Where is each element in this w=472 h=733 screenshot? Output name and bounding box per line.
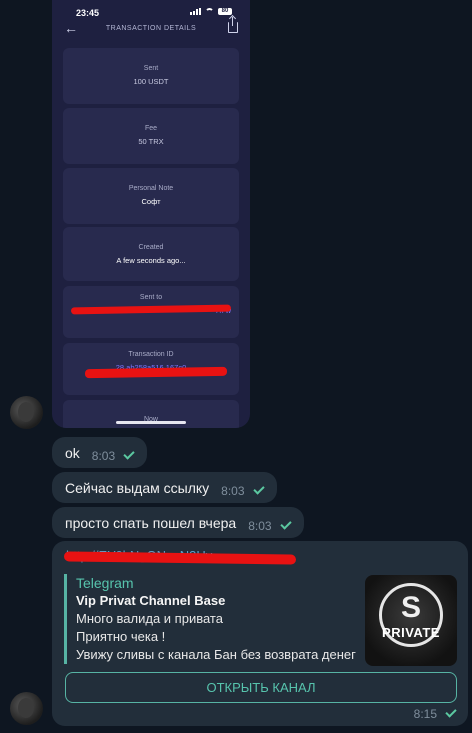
message-text: Сейчас выдам ссылку (65, 479, 210, 496)
read-check-icon (445, 706, 457, 718)
home-indicator (116, 421, 186, 424)
card-value: A few seconds ago... (116, 256, 186, 265)
card-label: Created (138, 244, 164, 251)
status-time: 23:45 (76, 8, 100, 18)
open-channel-button[interactable]: ОТКРЫТЬ КАНАЛ (65, 672, 457, 703)
link-preview[interactable]: Telegram Vip Privat Channel Base Много в… (64, 574, 362, 664)
card-value: Софт (141, 197, 161, 206)
preview-desc-line: Увижу сливы с канала Бан без возврата де… (76, 647, 356, 662)
transaction-screenshot-image[interactable]: 23:45 80 ← TRANSACTION DETAILS Sent 100 … (52, 0, 250, 428)
wifi-icon (205, 8, 214, 15)
read-check-icon (279, 517, 292, 530)
message-time: 8:03 (248, 518, 272, 533)
card-value: 50 TRX (138, 137, 164, 146)
created-card: Created A few seconds ago... (63, 227, 239, 281)
message-time: 8:03 (221, 483, 245, 498)
battery-icon: 80 (218, 8, 232, 15)
card-label: Sent (143, 65, 159, 72)
card-label: Personal Note (128, 185, 174, 192)
card-label: Fee (144, 125, 158, 132)
message-bubble[interactable]: Сейчас выдам ссылку 8:03 (52, 472, 277, 503)
preview-desc-line: Приятно чека ! (76, 629, 166, 644)
message-bubble[interactable]: ok 8:03 (52, 437, 148, 468)
fee-card: Fee 50 TRX (63, 108, 239, 164)
logo-word: PRIVATE (382, 625, 440, 640)
sent-card: Sent 100 USDT (63, 48, 239, 104)
card-value: 100 USDT (133, 77, 169, 86)
note-card: Personal Note Софт (63, 168, 239, 224)
message-time: 8:15 (413, 707, 437, 721)
signal-icon (190, 8, 201, 15)
preview-title: Vip Privat Channel Base (76, 593, 226, 608)
message-text: ok (65, 444, 80, 461)
message-text: просто спать пошел вчера (65, 514, 237, 531)
read-check-icon (252, 482, 265, 495)
preview-image[interactable]: S PRIVATE (365, 575, 457, 666)
screenshot-title: TRANSACTION DETAILS (105, 25, 197, 32)
preview-site-name: Telegram (76, 575, 134, 591)
preview-desc-line: Много валида и привата (76, 611, 223, 626)
message-time: 8:03 (91, 448, 116, 463)
avatar[interactable] (10, 692, 43, 725)
redaction-scribble (84, 366, 228, 379)
message-bubble[interactable]: просто спать пошел вчера 8:03 (52, 507, 304, 538)
transaction-id-card: Transaction ID 28 ab258a516 167c0 (63, 343, 239, 395)
avatar[interactable] (10, 396, 43, 429)
read-check-icon (123, 447, 135, 460)
sent-to-card: Sent to 7h w (63, 286, 239, 338)
card-label: Sent to (139, 294, 163, 301)
logo-mark: S (400, 591, 421, 624)
card-label: Transaction ID (128, 351, 174, 358)
share-icon (228, 17, 238, 33)
link-message-bubble[interactable]: http://ЕУ0hNgONexN3Hy Telegram Vip Priva… (52, 541, 468, 726)
